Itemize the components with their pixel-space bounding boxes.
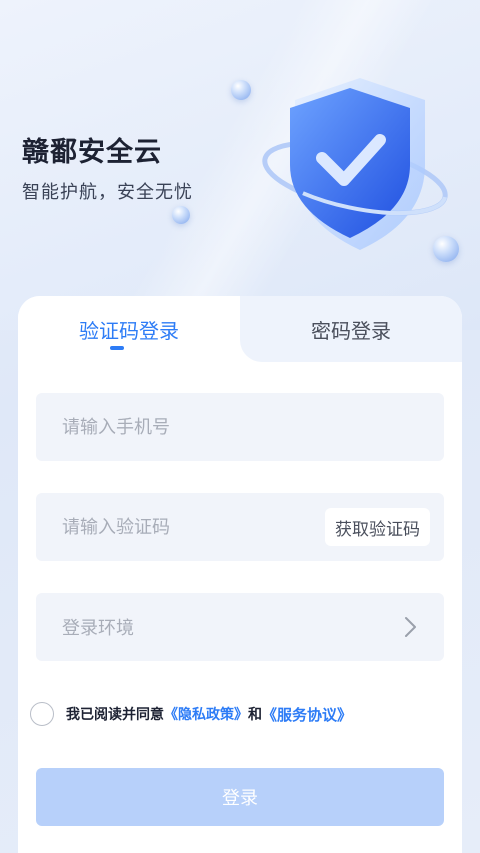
phone-field: [36, 393, 444, 461]
code-input[interactable]: [62, 516, 302, 538]
tab-code-login[interactable]: 验证码登录: [18, 296, 240, 362]
login-tabs: 验证码登录 密码登录: [18, 296, 462, 362]
tab-password-login[interactable]: 密码登录: [240, 296, 462, 362]
privacy-policy-link[interactable]: 《隐私政策》: [164, 704, 248, 724]
get-code-button[interactable]: 获取验证码: [325, 508, 430, 546]
agreement-prefix: 我已阅读并同意: [66, 707, 164, 723]
agreement-checkbox[interactable]: [30, 702, 54, 726]
phone-input[interactable]: [62, 416, 302, 438]
code-field: 获取验证码: [36, 493, 444, 561]
app-subtitle: 智能护航，安全无忧: [22, 182, 193, 203]
agreement-row: 我已阅读并同意 《隐私政策》 和 《服务协议》: [30, 702, 352, 726]
shield-illustration: [240, 60, 480, 280]
service-agreement-link[interactable]: 《服务协议》: [262, 704, 352, 725]
chevron-right-icon: [405, 617, 416, 637]
agreement-conj: 和: [248, 707, 262, 723]
login-card: 验证码登录 密码登录 获取验证码 登录环境 我已阅读并同意 《隐私政策》 和 《…: [18, 296, 462, 853]
env-label: 登录环境: [62, 618, 134, 639]
tab-indicator: [110, 346, 124, 350]
env-selector[interactable]: 登录环境: [36, 593, 444, 661]
login-button[interactable]: 登录: [36, 768, 444, 826]
shield-icon: [262, 78, 448, 250]
app-title: 赣鄱安全云: [22, 137, 162, 168]
decor-bubble: [172, 206, 190, 224]
